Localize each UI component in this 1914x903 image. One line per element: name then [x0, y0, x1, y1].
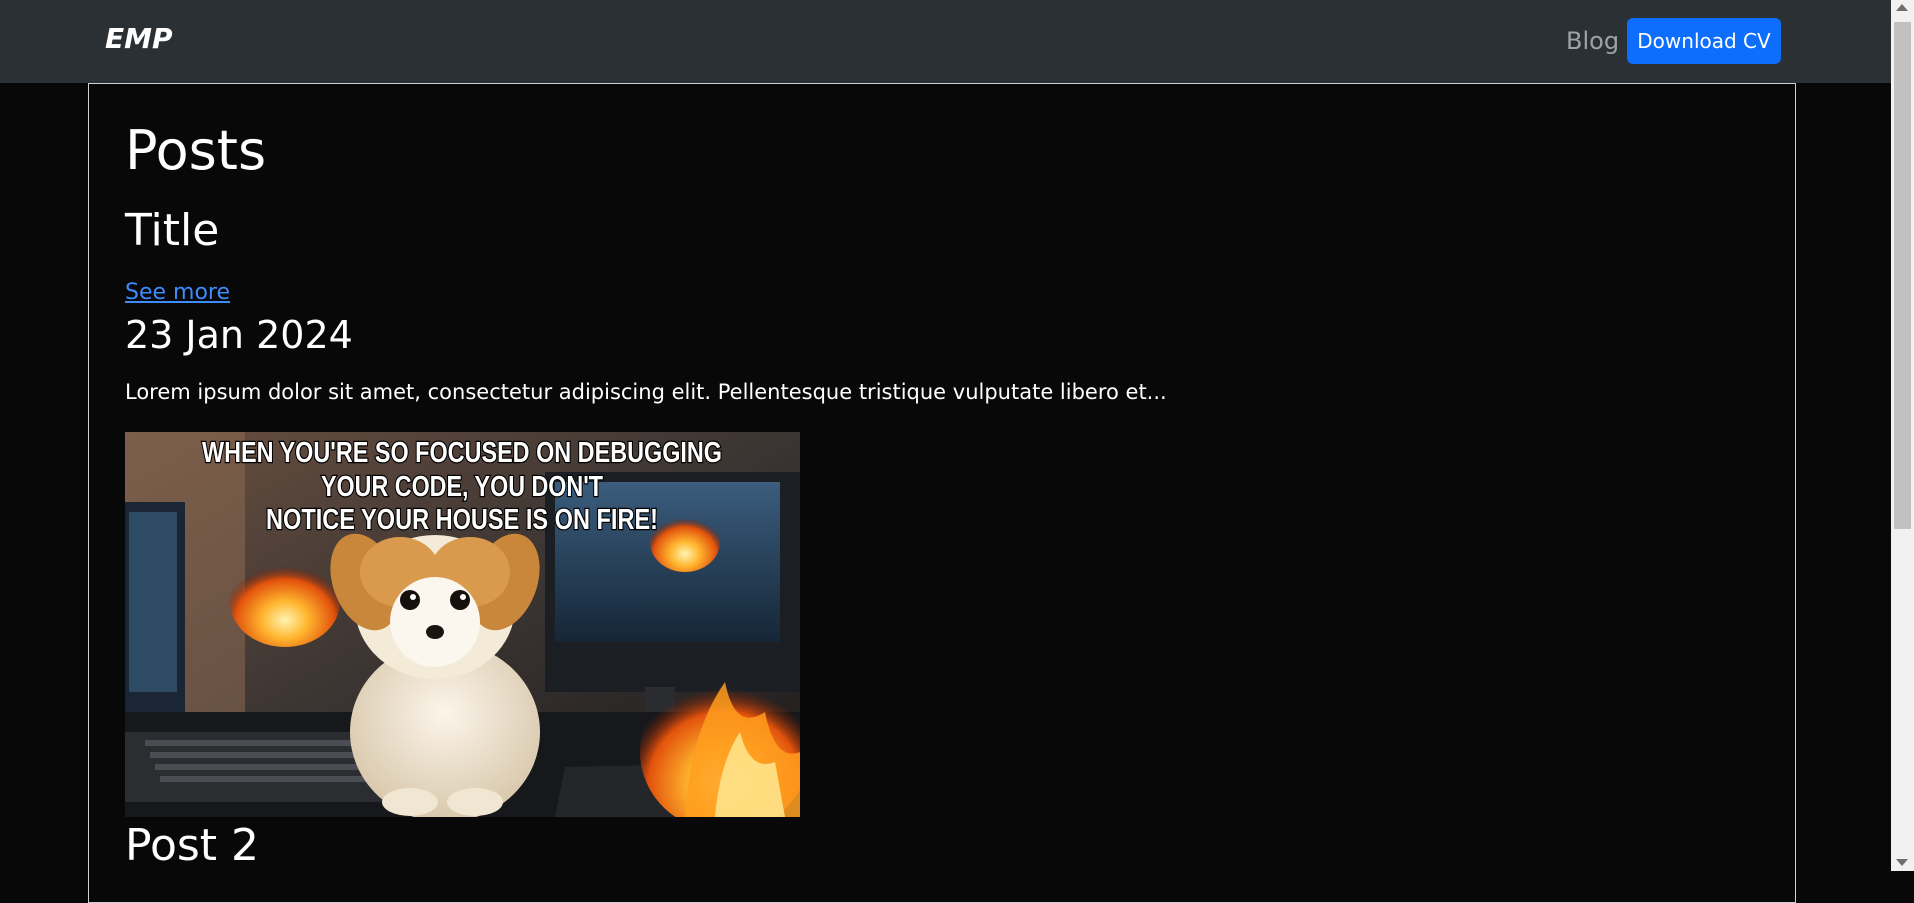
scroll-up-arrow-icon[interactable]	[1896, 4, 1908, 11]
meme-caption-line-3: NOTICE YOUR HOUSE IS ON FIRE!	[266, 504, 658, 536]
scrollbar-thumb[interactable]	[1894, 22, 1911, 529]
posts-container: Posts Title See more 23 Jan 2024 Lorem i…	[88, 83, 1796, 903]
see-more-link[interactable]: See more	[125, 280, 230, 305]
post-image-meme: WHEN YOU'RE SO FOCUSED ON DEBUGGING YOUR…	[125, 432, 800, 817]
post-date: 23 Jan 2024	[125, 313, 353, 357]
download-cv-button[interactable]: Download CV	[1627, 18, 1781, 64]
top-navbar: EMP Blog Download CV	[0, 0, 1891, 83]
meme-caption-line-1: WHEN YOU'RE SO FOCUSED ON DEBUGGING	[202, 437, 722, 469]
scroll-down-arrow-icon[interactable]	[1896, 859, 1908, 866]
download-cv-label: Download CV	[1637, 29, 1771, 53]
vertical-scrollbar[interactable]	[1891, 0, 1914, 871]
post-excerpt: Lorem ipsum dolor sit amet, consectetur …	[125, 380, 1167, 404]
brand-logo[interactable]: EMP	[105, 22, 173, 55]
post-title: Post 2	[125, 820, 260, 871]
meme-caption-line-2: YOUR CODE, YOU DON'T	[321, 471, 603, 503]
page-title: Posts	[125, 119, 267, 182]
nav-link-blog[interactable]: Blog	[1566, 27, 1619, 55]
post-title: Title	[125, 205, 220, 256]
